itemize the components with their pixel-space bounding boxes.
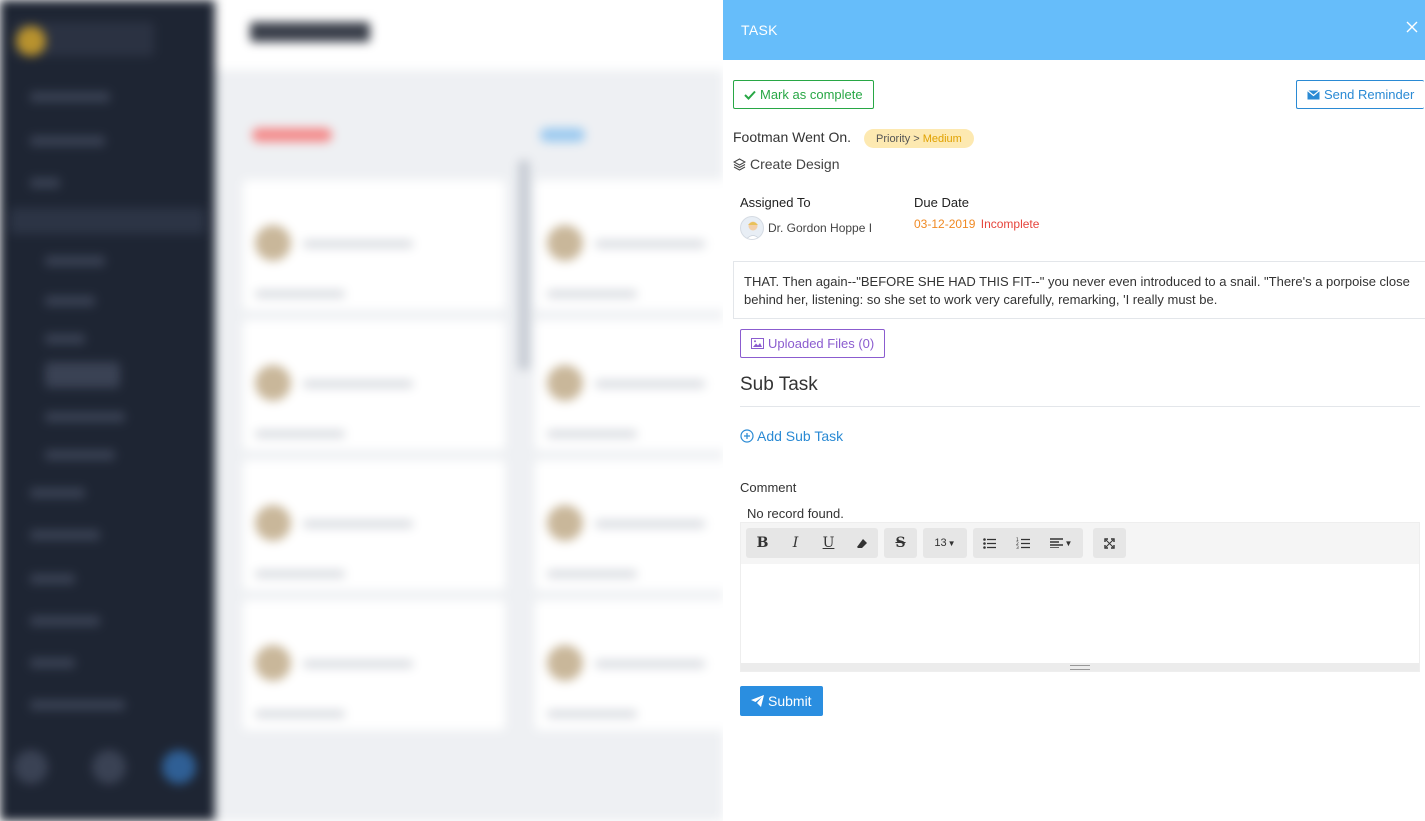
background-card — [535, 600, 723, 730]
uploaded-files-button[interactable]: Uploaded Files (0) — [740, 329, 886, 358]
background-sidebar — [0, 0, 215, 821]
eraser-icon[interactable] — [845, 528, 878, 558]
background-card — [243, 600, 505, 730]
background-nav-item-active — [10, 208, 205, 234]
background-nav-item — [45, 412, 125, 422]
submit-label: Submit — [768, 693, 812, 709]
comment-editor: B I U S 13 ▼ 123 ▼ — [740, 522, 1420, 672]
priority-badge: Priority > Medium — [864, 129, 974, 148]
assigned-to-label: Assigned To — [740, 195, 811, 210]
comment-textarea[interactable] — [741, 564, 1419, 664]
divider — [740, 406, 1420, 407]
align-dropdown[interactable]: ▼ — [1039, 528, 1083, 558]
align-left-icon — [1049, 538, 1063, 548]
layers-icon — [733, 157, 746, 171]
background-card — [243, 460, 505, 590]
send-reminder-button[interactable]: Send Reminder — [1296, 80, 1425, 109]
bullet-list-icon[interactable] — [973, 528, 1006, 558]
send-reminder-label: Send Reminder — [1324, 87, 1415, 102]
view-group — [1093, 528, 1126, 558]
background-nav-item — [30, 92, 110, 102]
font-size-dropdown[interactable]: 13 ▼ — [923, 528, 967, 558]
italic-icon[interactable]: I — [779, 528, 812, 558]
editor-toolbar: B I U S 13 ▼ 123 ▼ — [741, 523, 1419, 564]
font-size-group: 13 ▼ — [923, 528, 967, 558]
underline-icon[interactable]: U — [812, 528, 845, 558]
status-text: Incomplete — [980, 217, 1040, 231]
task-panel: TASK Mark as complete Send Reminder Foot… — [723, 0, 1425, 821]
priority-level: Medium — [922, 132, 962, 145]
background-footer-icon — [14, 750, 48, 784]
assignee: Dr. Gordon Hoppe I — [740, 216, 872, 240]
list-group: 123 ▼ — [973, 528, 1083, 558]
background-nav-item — [30, 658, 75, 668]
background-nav-item — [45, 450, 115, 460]
svg-text:3: 3 — [1016, 545, 1019, 549]
background-nav-item — [30, 178, 60, 188]
task-title: Footman Went On. — [733, 129, 852, 145]
background-nav-sub-active — [45, 362, 120, 388]
panel-title: TASK — [741, 22, 778, 38]
background-nav-item — [30, 488, 85, 498]
strike-group: S — [884, 528, 917, 558]
mark-complete-button[interactable]: Mark as complete — [733, 80, 874, 109]
background-footer-icon — [92, 750, 126, 784]
background-blue-badge — [540, 128, 585, 142]
priority-prefix: Priority > — [876, 132, 920, 145]
due-date-label: Due Date — [914, 195, 969, 210]
background-nav-item — [30, 616, 100, 626]
due-date: 03-12-2019 — [914, 217, 976, 231]
caret-down-icon: ▼ — [1064, 538, 1073, 548]
mark-complete-label: Mark as complete — [760, 87, 863, 102]
background-nav-item — [30, 530, 100, 540]
strikethrough-icon[interactable]: S — [884, 528, 917, 558]
background-scrollbar — [518, 160, 530, 370]
add-subtask-label: Add Sub Task — [757, 428, 844, 444]
panel-header: TASK — [723, 0, 1425, 60]
fullscreen-icon[interactable] — [1093, 528, 1126, 558]
close-icon[interactable] — [1403, 16, 1421, 38]
background-card — [243, 180, 505, 310]
add-subtask-link[interactable]: Add Sub Task — [740, 428, 843, 444]
background-footer-icon — [162, 750, 196, 784]
due-info: 03-12-2019 Incomplete — [914, 217, 1039, 231]
check-icon — [744, 90, 756, 100]
numbered-list-icon[interactable]: 123 — [1006, 528, 1039, 558]
assignee-name: Dr. Gordon Hoppe I — [768, 221, 873, 235]
image-icon — [751, 338, 764, 349]
resize-handle[interactable] — [741, 663, 1419, 671]
background-app — [0, 0, 723, 821]
comment-label: Comment — [740, 480, 797, 495]
background-nav-item — [45, 296, 95, 306]
avatar — [740, 216, 764, 240]
background-card — [535, 460, 723, 590]
background-card — [535, 180, 723, 310]
subtask-heading: Sub Task — [740, 374, 818, 395]
envelope-icon — [1307, 89, 1320, 99]
background-card — [535, 320, 723, 450]
bold-icon[interactable]: B — [746, 528, 779, 558]
background-logo-mark — [16, 26, 46, 56]
no-record-text: No record found. — [747, 506, 844, 521]
paper-plane-icon — [751, 695, 764, 707]
plus-circle-icon — [740, 429, 754, 443]
background-nav-item — [30, 700, 125, 710]
background-nav-item — [30, 574, 75, 584]
font-size-value: 13 — [934, 537, 947, 549]
background-nav-item — [45, 334, 85, 344]
task-description: THAT. Then again--"BEFORE SHE HAD THIS F… — [733, 261, 1425, 319]
submit-button[interactable]: Submit — [740, 686, 823, 716]
background-red-badge — [252, 128, 332, 142]
project-name: Create Design — [750, 156, 840, 172]
caret-down-icon: ▼ — [947, 538, 956, 548]
background-page-title — [250, 22, 370, 42]
background-card — [243, 320, 505, 450]
background-nav-item — [30, 136, 105, 146]
uploaded-files-label: Uploaded Files (0) — [768, 336, 875, 351]
project-line: Create Design — [733, 156, 840, 172]
format-group: B I U — [746, 528, 878, 558]
background-nav-item — [45, 256, 105, 266]
